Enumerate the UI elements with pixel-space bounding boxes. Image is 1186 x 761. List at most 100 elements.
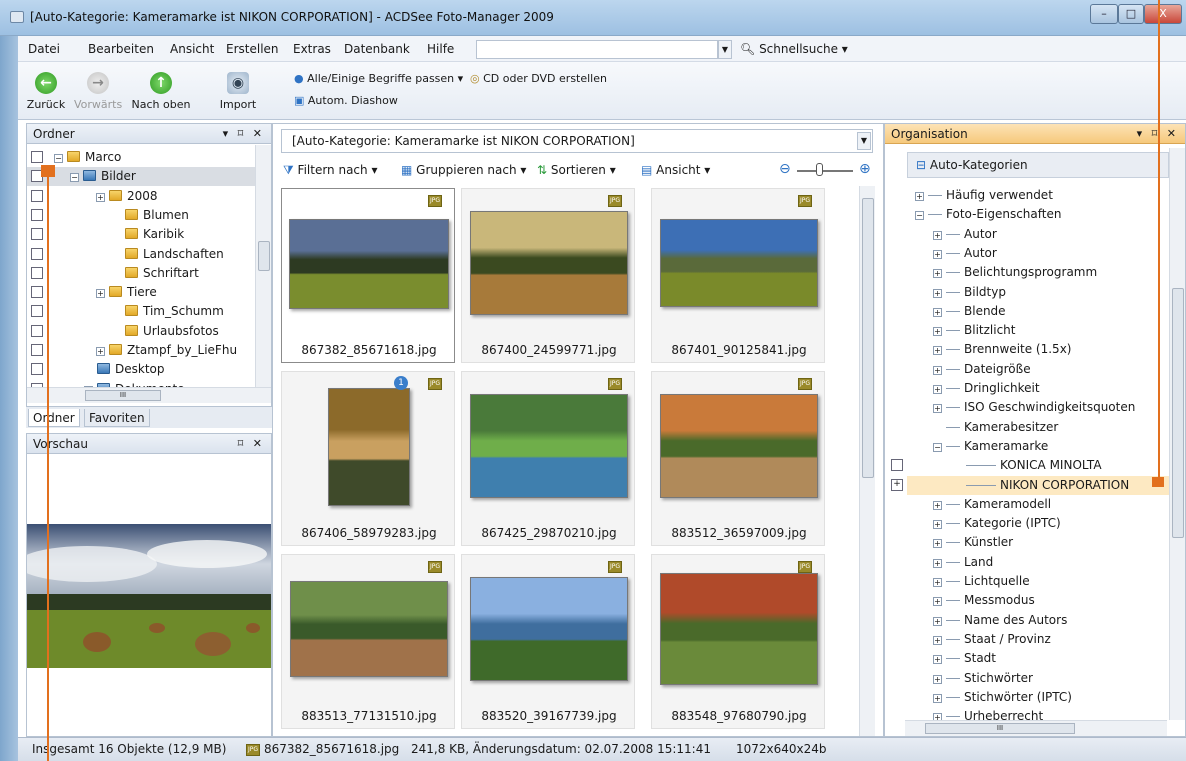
folder-item-landschaften[interactable]: Landschaften [27,245,255,264]
category-item-staat-provinz[interactable]: + Staat / Provinz [907,630,1169,649]
folder-checkbox[interactable] [31,363,43,376]
expand-icon[interactable]: + [933,385,942,394]
folder-item-urlaubsfotos[interactable]: Urlaubsfotos [27,322,255,341]
category-item-stadt[interactable]: + Stadt [907,649,1169,668]
scroll-thumb[interactable] [862,198,874,478]
expand-icon[interactable]: + [933,520,942,530]
category-item-iso-geschwindigkeitsquoten[interactable]: + ISO Geschwindigkeitsquoten [907,398,1169,417]
category-item-belichtungsprogramm[interactable]: + Belichtungsprogramm [907,263,1169,282]
folder-checkbox[interactable] [31,344,43,356]
organizer-vscrollbar[interactable] [1169,148,1185,720]
scroll-thumb[interactable]: III [925,723,1075,734]
folder-item-bilder[interactable]: − Bilder [27,167,255,187]
filter-button[interactable]: ⧩ Filtern nach ▾ [283,163,377,178]
thumbnail-item[interactable]: JPG 883512_36597009.jpg [651,371,825,546]
folders-vscrollbar[interactable] [255,145,271,387]
slideshow-button[interactable]: ▣ Autom. Diashow [294,94,398,107]
expand-icon[interactable]: + [933,307,942,317]
chevron-down-icon[interactable]: ▼ [718,40,732,59]
expand-icon[interactable]: + [933,346,942,356]
thumbnail-item[interactable]: JPG 867401_90125841.jpg [651,188,825,363]
group-button[interactable]: ▦ Gruppieren nach ▾ [401,163,526,177]
folder-checkbox[interactable] [31,247,43,260]
expand-icon[interactable]: + [933,327,942,337]
expand-icon[interactable]: + [933,597,942,607]
expand-icon[interactable]: + [933,230,942,240]
folder-checkbox[interactable] [31,208,43,221]
view-button[interactable]: ▤ Ansicht ▾ [641,163,710,177]
folder-item-karibik[interactable]: Karibik [27,225,255,244]
folder-item-ztampf-by-liefhu[interactable]: + Ztampf_by_LieFhu [27,341,255,360]
expand-icon[interactable]: + [96,289,105,299]
match-terms-button[interactable]: ● Alle/Einige Begriffe passen ▾ [294,72,463,85]
panel-controls[interactable]: ⌑ ✕ [238,437,265,450]
search-combo-input[interactable] [476,40,718,59]
scroll-thumb[interactable] [258,241,270,271]
category-item-dringlichkeit[interactable]: + Dringlichkeit [907,379,1169,398]
tab-favoriten[interactable]: Favoriten [84,409,150,427]
category-checkbox[interactable]: + [891,478,903,491]
menu-datenbank[interactable]: Datenbank [344,42,410,56]
expand-icon[interactable]: + [933,578,942,587]
folder-item-blumen[interactable]: Blumen [27,206,255,225]
category-item-blitzlicht[interactable]: + Blitzlicht [907,321,1169,340]
tab-ordner[interactable]: Ordner [28,409,80,427]
folder-item-desktop[interactable]: Desktop [27,360,255,379]
category-item-konica-minolta[interactable]: KONICA MINOLTA [891,456,1169,475]
thumbnail-item[interactable]: JPG 883548_97680790.jpg [651,554,825,729]
expand-icon[interactable]: + [96,192,105,202]
burn-disc-button[interactable]: ◎ CD oder DVD erstellen [470,72,607,85]
minimize-button[interactable]: – [1090,4,1118,24]
menu-datei[interactable]: Datei [28,42,60,56]
menu-hilfe[interactable]: Hilfe [427,42,454,56]
menu-extras[interactable]: Extras [293,42,331,56]
category-item-blende[interactable]: + Blende [907,302,1169,321]
folders-hscrollbar[interactable]: III [27,387,271,403]
folder-checkbox[interactable] [31,228,43,241]
expand-icon[interactable]: + [96,347,105,356]
category-item-kameramodell[interactable]: + Kameramodell [907,495,1169,514]
category-item-land[interactable]: + Land [907,553,1169,572]
chevron-down-icon[interactable]: ▼ [857,132,871,150]
expand-icon[interactable]: + [933,404,942,414]
collapse-icon[interactable]: − [915,211,924,221]
collapse-icon[interactable]: − [70,173,79,183]
expand-icon[interactable]: + [933,500,942,510]
thumbnail-item[interactable]: JPG 867400_24599771.jpg [461,188,635,363]
expand-icon[interactable]: + [933,693,942,703]
category-item-bildtyp[interactable]: + Bildtyp [907,283,1169,302]
expand-icon[interactable]: + [933,674,942,684]
thumbnail-item[interactable]: JPG 867382_85671618.jpg [281,188,455,363]
category-checkbox[interactable] [891,459,903,472]
folder-checkbox[interactable] [31,286,43,299]
zoom-slider-thumb[interactable] [816,163,823,176]
collapse-icon[interactable]: − [933,442,942,452]
category-item-kategorie-iptc-[interactable]: + Kategorie (IPTC) [907,514,1169,533]
sort-button[interactable]: ⇅ Sortieren ▾ [537,163,616,177]
forward-button[interactable]: → Vorwärts [74,72,122,111]
category-item-nikon-corporation[interactable]: NIKON CORPORATION + [891,475,1169,495]
auto-categories-header[interactable]: ⊟ Auto-Kategorien [907,152,1169,178]
scroll-thumb[interactable] [1172,288,1184,538]
expand-icon[interactable]: + [933,288,942,298]
category-item-kamerabesitzer[interactable]: Kamerabesitzer [907,418,1169,437]
browser-vscrollbar[interactable] [859,186,875,736]
quicksearch-button[interactable]: 🔍︎ Schnellsuche ▾ [740,42,848,56]
maximize-button[interactable]: □ [1118,4,1144,24]
category-item-kameramarke[interactable]: − Kameramarke [907,437,1169,456]
zoom-in-icon[interactable]: ⊕ [859,161,871,177]
expand-icon[interactable]: + [915,192,924,201]
expand-icon[interactable]: + [933,539,942,549]
category-item-lichtquelle[interactable]: + Lichtquelle [907,572,1169,591]
thumbnail-item[interactable]: JPG 867425_29870210.jpg [461,371,635,546]
category-item-brennweite-1-5x-[interactable]: + Brennweite (1.5x) [907,340,1169,359]
up-button[interactable]: ↑ Nach oben [128,72,194,111]
expand-icon[interactable]: + [933,365,942,375]
category-item-stichwörter[interactable]: + Stichwörter [907,669,1169,688]
scroll-thumb[interactable]: III [85,390,161,401]
folder-checkbox[interactable] [31,266,43,279]
back-button[interactable]: ← Zurück [26,72,66,111]
folder-item-tim-schumm[interactable]: Tim_Schumm [27,302,255,321]
folder-checkbox[interactable] [31,151,43,163]
category-item-autor[interactable]: + Autor [907,225,1169,244]
